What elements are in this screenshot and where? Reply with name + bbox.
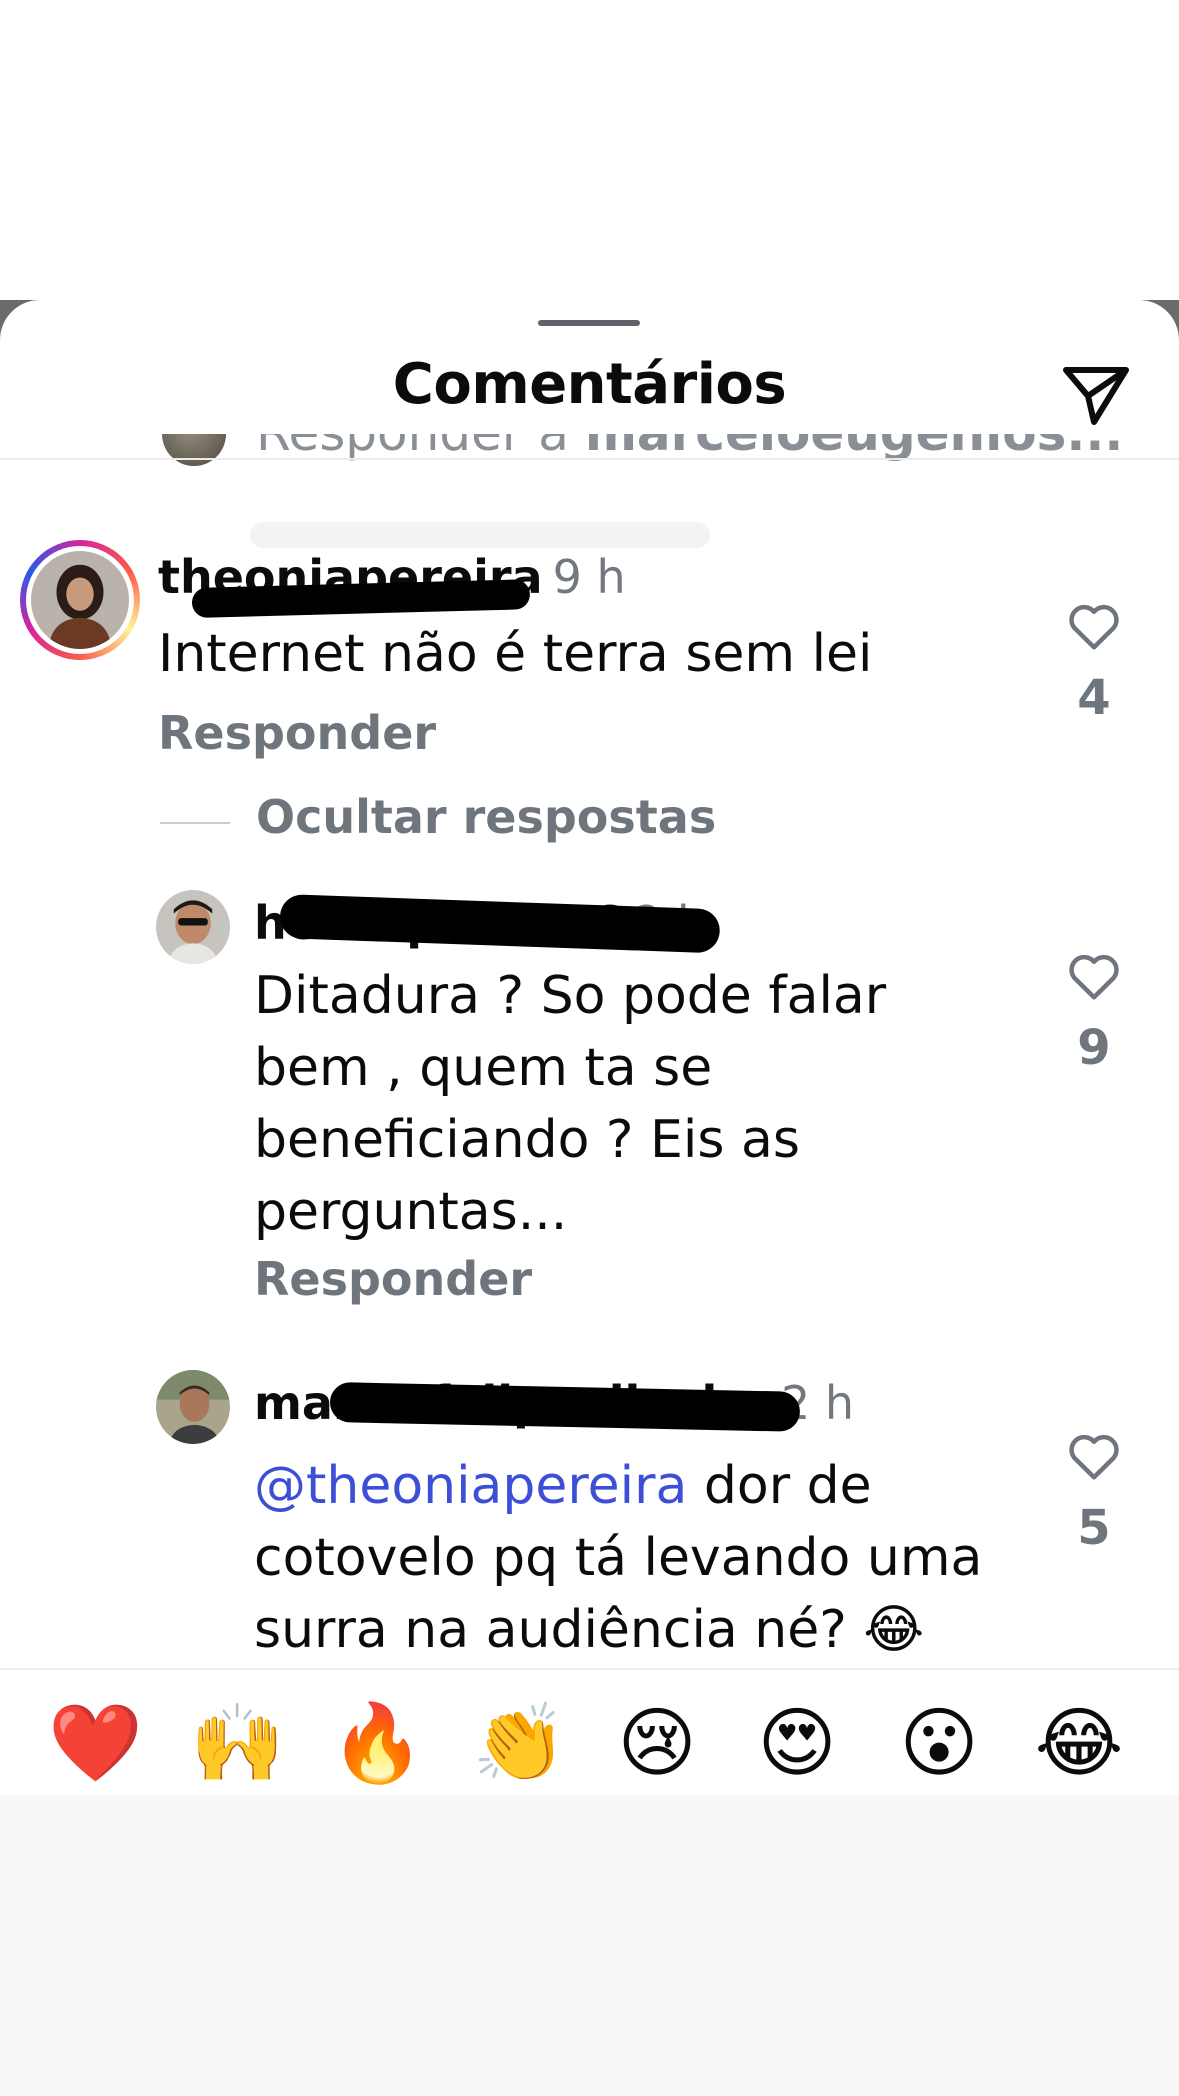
keyboard-area xyxy=(0,1795,1179,2096)
avatar[interactable] xyxy=(20,540,140,660)
partial-reply-row: Responder a marceloeugenios... xyxy=(0,434,1179,470)
emoji-raising-hands[interactable]: 🙌 xyxy=(190,1698,285,1788)
like-count: 4 xyxy=(1077,670,1111,726)
comment-text: Ditadura ? So pode falar bem , quem ta s… xyxy=(254,966,887,1242)
header-divider xyxy=(0,458,1179,460)
timestamp: 9 h xyxy=(552,550,626,604)
avatar-image xyxy=(156,1370,230,1444)
hide-replies-line xyxy=(160,822,230,824)
comment-text: @theoniapereira dor de cotovelo pq tá le… xyxy=(254,1450,1054,1666)
emoji-surprised[interactable]: 😮 xyxy=(894,1698,984,1788)
heart-icon[interactable] xyxy=(1064,1426,1124,1486)
avatar[interactable] xyxy=(156,1370,230,1444)
paper-plane-icon[interactable] xyxy=(1060,358,1132,430)
comment-text: Internet não é terra sem lei xyxy=(158,624,873,684)
heart-icon[interactable] xyxy=(1064,596,1124,656)
reply-button[interactable]: Responder xyxy=(158,706,436,760)
like-count: 9 xyxy=(1077,1020,1111,1076)
sheet-title: Comentários xyxy=(392,352,787,417)
emoji-reaction-bar: ❤️ 🙌 🔥 👏 😢 😍 😮 😂 xyxy=(0,1668,1179,1795)
heart-icon[interactable] xyxy=(1064,946,1124,1006)
emoji-fire[interactable]: 🔥 xyxy=(330,1698,425,1788)
emoji-clapping[interactable]: 👏 xyxy=(472,1698,567,1788)
like-count: 5 xyxy=(1077,1500,1111,1556)
comment-item: marciofelipeoliveira2 h @theoniapereira … xyxy=(0,1370,1179,1670)
mention-link[interactable]: @theoniapereira xyxy=(254,1456,687,1516)
comments-sheet: Comentários Responder a marceloeugenios.… xyxy=(0,300,1179,1795)
hide-replies-label: Ocultar respostas xyxy=(256,790,717,844)
comment-item: henrique.br862 h Ditadura ? So pode fala… xyxy=(0,890,1179,1370)
avatar[interactable] xyxy=(156,890,230,964)
emoji-heart[interactable]: ❤️ xyxy=(48,1698,143,1788)
avatar-image xyxy=(31,551,129,649)
reply-button[interactable]: Responder xyxy=(254,1252,532,1306)
sheet-grabber[interactable] xyxy=(538,320,640,326)
emoji-heart-eyes[interactable]: 😍 xyxy=(752,1698,842,1788)
avatar xyxy=(162,434,226,466)
status-area xyxy=(0,0,1179,302)
emoji-crying[interactable]: 😢 xyxy=(612,1698,702,1788)
avatar-image xyxy=(156,890,230,964)
emoji-laughing[interactable]: 😂 xyxy=(1034,1698,1124,1788)
